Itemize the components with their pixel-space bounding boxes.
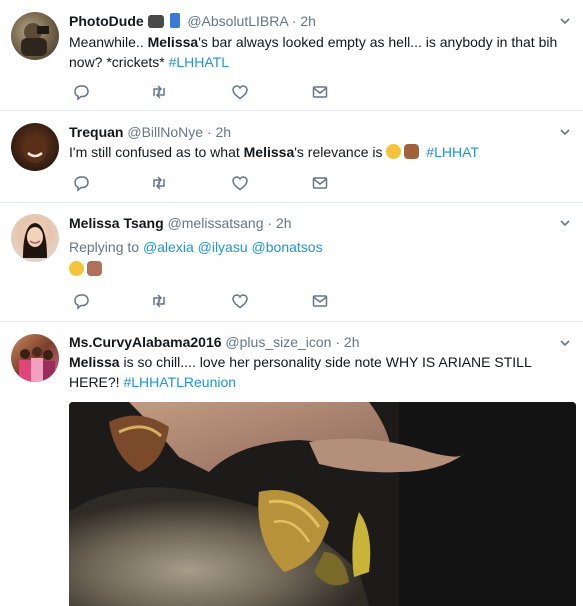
user-handle[interactable]: @plus_size_icon [225,334,331,350]
display-name[interactable]: Melissa Tsang [69,215,164,231]
retweet-icon[interactable] [150,292,168,310]
avatar[interactable] [11,123,59,171]
highlighted-term: Melissa [243,144,295,160]
separator-dot: · [291,13,297,29]
person-facepalming-emoji-icon [404,144,420,159]
chevron-down-icon[interactable] [559,336,571,348]
tweet[interactable]: Melissa Tsang @melissatsang · 2h Replyin… [0,203,583,322]
tweet[interactable]: PhotoDude @AbsolutLIBRA · 2h Meanwhile..… [0,0,583,111]
tweet-text: Meanwhile.. Melissa's bar always looked … [69,32,569,72]
see-no-evil-monkey-emoji-icon [87,261,102,276]
tweet-timestamp[interactable]: 2h [276,215,292,231]
separator-dot: · [206,124,212,140]
tweet-timestamp[interactable]: 2h [300,13,316,29]
chevron-down-icon[interactable] [559,216,571,228]
phone-emoji-icon [170,13,181,28]
tweet-actions [72,83,352,103]
reply-icon[interactable] [72,174,90,192]
laughing-tears-emoji-icon [69,261,84,276]
hashtag-link[interactable]: #LHHATLReunion [123,374,236,390]
text-segment: 's relevance is [294,144,383,160]
avatar[interactable] [11,334,59,382]
mention-link[interactable]: @ilyasu [198,239,248,255]
mention-link[interactable]: @alexia [143,239,194,255]
chevron-down-icon[interactable] [559,14,571,26]
display-name[interactable]: Trequan [69,124,123,140]
display-name[interactable]: PhotoDude [69,13,144,29]
direct-message-icon[interactable] [311,174,329,192]
tweet-text: I'm still confused as to what Melissa's … [69,142,569,162]
highlighted-term: Melissa [147,34,199,50]
separator-dot: · [267,215,273,231]
text-segment: I'm still confused as to what [69,144,244,160]
reply-icon[interactable] [72,83,90,101]
heart-icon[interactable] [231,292,249,310]
direct-message-icon[interactable] [311,292,329,310]
display-name[interactable]: Ms.CurvyAlabama2016 [69,334,222,350]
reply-context: Replying to @alexia @ilyasu @bonatsos [69,237,569,257]
hashtag-link[interactable]: #LHHAT [426,144,479,160]
mention-link[interactable]: @bonatsos [252,239,323,255]
direct-message-icon[interactable] [311,83,329,101]
chevron-down-icon[interactable] [559,125,571,137]
tweet-media-image[interactable] [69,402,576,606]
text-segment: Meanwhile.. [69,34,148,50]
separator-dot: · [335,334,341,350]
heart-icon[interactable] [231,174,249,192]
highlighted-term: Melissa [69,354,120,370]
tweet-actions [72,174,352,194]
tweet-timestamp[interactable]: 2h [344,334,360,350]
hashtag-link[interactable]: #LHHATL [169,54,229,70]
retweet-icon[interactable] [150,174,168,192]
thinking-face-emoji-icon [386,144,402,159]
heart-icon[interactable] [231,83,249,101]
camera-emoji-icon [147,15,164,28]
tweet[interactable]: Trequan @BillNoNye · 2h I'm still confus… [0,111,583,203]
reply-icon[interactable] [72,292,90,310]
avatar[interactable] [11,214,59,262]
tweet-text: Melissa is so chill.... love her persona… [69,352,569,392]
avatar[interactable] [11,12,59,60]
retweet-icon[interactable] [150,83,168,101]
tweet-timestamp[interactable]: 2h [216,124,232,140]
tweet-actions [72,292,352,312]
replying-to-label: Replying to [69,239,140,255]
user-handle[interactable]: @AbsolutLIBRA [187,13,288,29]
user-handle[interactable]: @BillNoNye [127,124,203,140]
user-handle[interactable]: @melissatsang [168,215,264,231]
tweet-text [69,259,569,279]
